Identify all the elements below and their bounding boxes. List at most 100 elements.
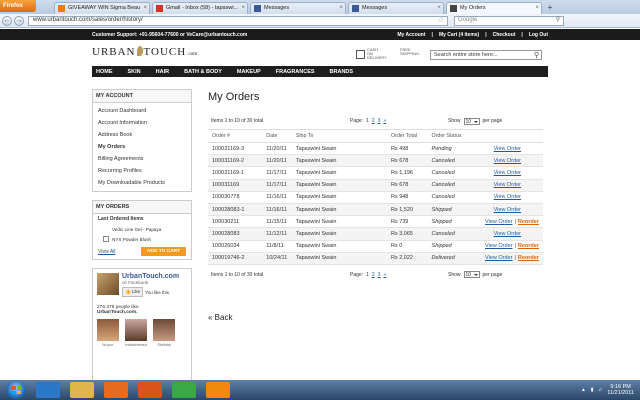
close-icon[interactable]: × [143, 3, 149, 14]
fan-item[interactable]: Shrilata [153, 319, 175, 347]
reorder-link[interactable]: Reorder [518, 243, 539, 249]
page-link[interactable]: 3 [378, 272, 381, 278]
network-icon[interactable]: ▮ [591, 387, 594, 393]
pager-bottom: Items 1 to 10 of 30 total Page: 1 2 3» Show 10… [208, 271, 543, 279]
ie-icon[interactable] [36, 382, 60, 398]
order-number: 100031169-1 [208, 166, 263, 180]
close-icon[interactable]: × [241, 3, 247, 14]
view-order-link[interactable]: View Order [494, 194, 521, 200]
top-link[interactable]: Checkout [493, 32, 516, 38]
nav-item[interactable]: BATH & BODY [184, 69, 222, 75]
browser-tab[interactable]: Gmail - Inbox (58) - tapaswi... × [152, 2, 248, 14]
table-row: 100031169-1 11/17/11 Tapaswini Swain Rs 1,1… [208, 166, 543, 180]
vlc-icon[interactable] [206, 382, 230, 398]
add-to-cart-button[interactable]: ADD TO CART [141, 247, 186, 256]
top-link[interactable]: My Cart (4 items) [439, 32, 479, 38]
back-link[interactable]: « Back [208, 313, 543, 322]
back-arrow-icon[interactable]: ← [2, 15, 12, 26]
view-order-link[interactable]: View Order [494, 182, 521, 188]
page-link[interactable]: 2 [372, 118, 375, 124]
view-order-link[interactable]: View Order [494, 231, 521, 237]
download-icon[interactable] [172, 382, 196, 398]
sidebar-item[interactable]: My Downloadable Products [93, 177, 191, 189]
facebook-like-button[interactable]: 👍 Like [122, 287, 144, 297]
logo-text-right: TOUCH [143, 46, 187, 58]
view-order-link[interactable]: View Order [494, 170, 521, 176]
page-link[interactable]: 1 [366, 272, 369, 278]
view-order-link[interactable]: View Order [494, 146, 521, 152]
view-order-link[interactable]: View Order [494, 158, 521, 164]
close-icon[interactable]: × [339, 3, 345, 14]
media-player-icon[interactable] [104, 382, 128, 398]
reorder-link[interactable]: Reorder [518, 219, 539, 225]
top-link[interactable]: Log Out [529, 32, 548, 38]
per-page-select[interactable]: 10 [463, 271, 480, 279]
view-order-link[interactable]: View Order [485, 255, 512, 261]
start-button[interactable] [6, 381, 26, 399]
bookmark-star-icon[interactable]: ☆ [438, 16, 447, 25]
tray-arrow-icon[interactable]: ▲ [581, 387, 586, 393]
reorder-link[interactable]: Reorder [518, 255, 539, 261]
sidebar-item[interactable]: My Orders [93, 141, 191, 153]
fan-item[interactable]: Indiatvbeaut [125, 319, 147, 347]
nav-item[interactable]: SKIN [128, 69, 141, 75]
table-row: 100028083-1 11/16/11 Tapaswini Swain Rs 1,5… [208, 203, 543, 217]
nav-item[interactable]: HOME [96, 69, 113, 75]
close-icon[interactable]: × [437, 3, 443, 14]
browser-tab[interactable]: Messages × [348, 2, 444, 14]
product-name[interactable]: NYX Powder Blush [112, 237, 151, 242]
nav-item[interactable]: MAKEUP [237, 69, 261, 75]
fan-item[interactable]: Nupur [97, 319, 119, 347]
firefox-icon[interactable] [138, 382, 162, 398]
search-go-icon[interactable]: ⚲ [534, 51, 539, 60]
nav-item[interactable]: HAIR [156, 69, 169, 75]
volume-icon[interactable]: ♫ [599, 387, 603, 393]
new-tab-button[interactable]: + [545, 3, 555, 13]
page-link[interactable]: 1 [366, 118, 369, 124]
site-logo[interactable]: URBAN TOUCH.com [92, 46, 197, 58]
sidebar-item[interactable]: Account Information [93, 117, 191, 129]
link-separator: | [521, 31, 523, 38]
page-link[interactable]: 2 [372, 272, 375, 278]
pager-top: Items 1 to 10 of 30 total Page: 1 2 3» Show 10… [208, 117, 543, 125]
account-menu: Account Dashboard Account Information Addr… [93, 103, 191, 191]
firefox-menu-button[interactable]: Firefox [0, 0, 36, 12]
address-bar[interactable]: www.urbantouch.com/sales/order/history/ … [28, 15, 448, 26]
table-row: 100028083 11/12/11 Tapaswini Swain Rs 3,065… [208, 227, 543, 241]
folder-icon[interactable] [70, 382, 94, 398]
sidebar-item[interactable]: Recurring Profiles [93, 165, 191, 177]
last-ordered-label: Last Ordered Items [98, 216, 144, 222]
close-icon[interactable]: × [535, 3, 541, 14]
search-placeholder: Google [458, 17, 478, 23]
top-link[interactable]: My Account [397, 32, 425, 38]
sidebar-item[interactable]: Account Dashboard [93, 105, 191, 117]
view-order-link[interactable]: View Order [485, 219, 512, 225]
view-all-link[interactable]: View All [98, 249, 115, 255]
browser-tab[interactable]: Messages × [250, 2, 346, 14]
site-search-input[interactable]: Search entire store here... ⚲ [430, 50, 542, 60]
forward-arrow-icon[interactable]: → [14, 15, 24, 26]
next-page-icon[interactable]: » [383, 118, 386, 124]
browser-tab[interactable]: GIVEAWAY WIN Sigma Beau... × [54, 2, 150, 14]
likes-page-link[interactable]: UrbanTouch.com. [97, 310, 137, 315]
browser-search-box[interactable]: Google ⚲ [454, 15, 564, 26]
windows-logo-icon [11, 386, 21, 394]
view-order-link[interactable]: View Order [494, 207, 521, 213]
page-avatar[interactable] [97, 273, 119, 295]
clock[interactable]: 9:16 PM 11/21/2011 [607, 384, 634, 396]
product-name[interactable]: Vedic Line Gel - Papaya [112, 227, 161, 232]
facebook-page-name[interactable]: UrbanTouch.com [122, 273, 179, 280]
nav-item[interactable]: FRAGRANCES [276, 69, 315, 75]
my-account-box: MY ACCOUNT Account Dashboard Account Info… [92, 89, 192, 192]
checkbox[interactable] [103, 236, 109, 242]
order-total: Rs 3,065 [386, 227, 428, 241]
view-order-link[interactable]: View Order [485, 243, 512, 249]
search-icon[interactable]: ⚲ [556, 16, 563, 25]
nav-item[interactable]: BRANDS [330, 69, 354, 75]
next-page-icon[interactable]: » [383, 272, 386, 278]
sidebar-item[interactable]: Billing Agreements [93, 153, 191, 165]
browser-tab[interactable]: My Orders × [446, 2, 542, 14]
sidebar-item[interactable]: Address Book [93, 129, 191, 141]
per-page-select[interactable]: 10 [463, 117, 480, 125]
page-link[interactable]: 3 [378, 118, 381, 124]
